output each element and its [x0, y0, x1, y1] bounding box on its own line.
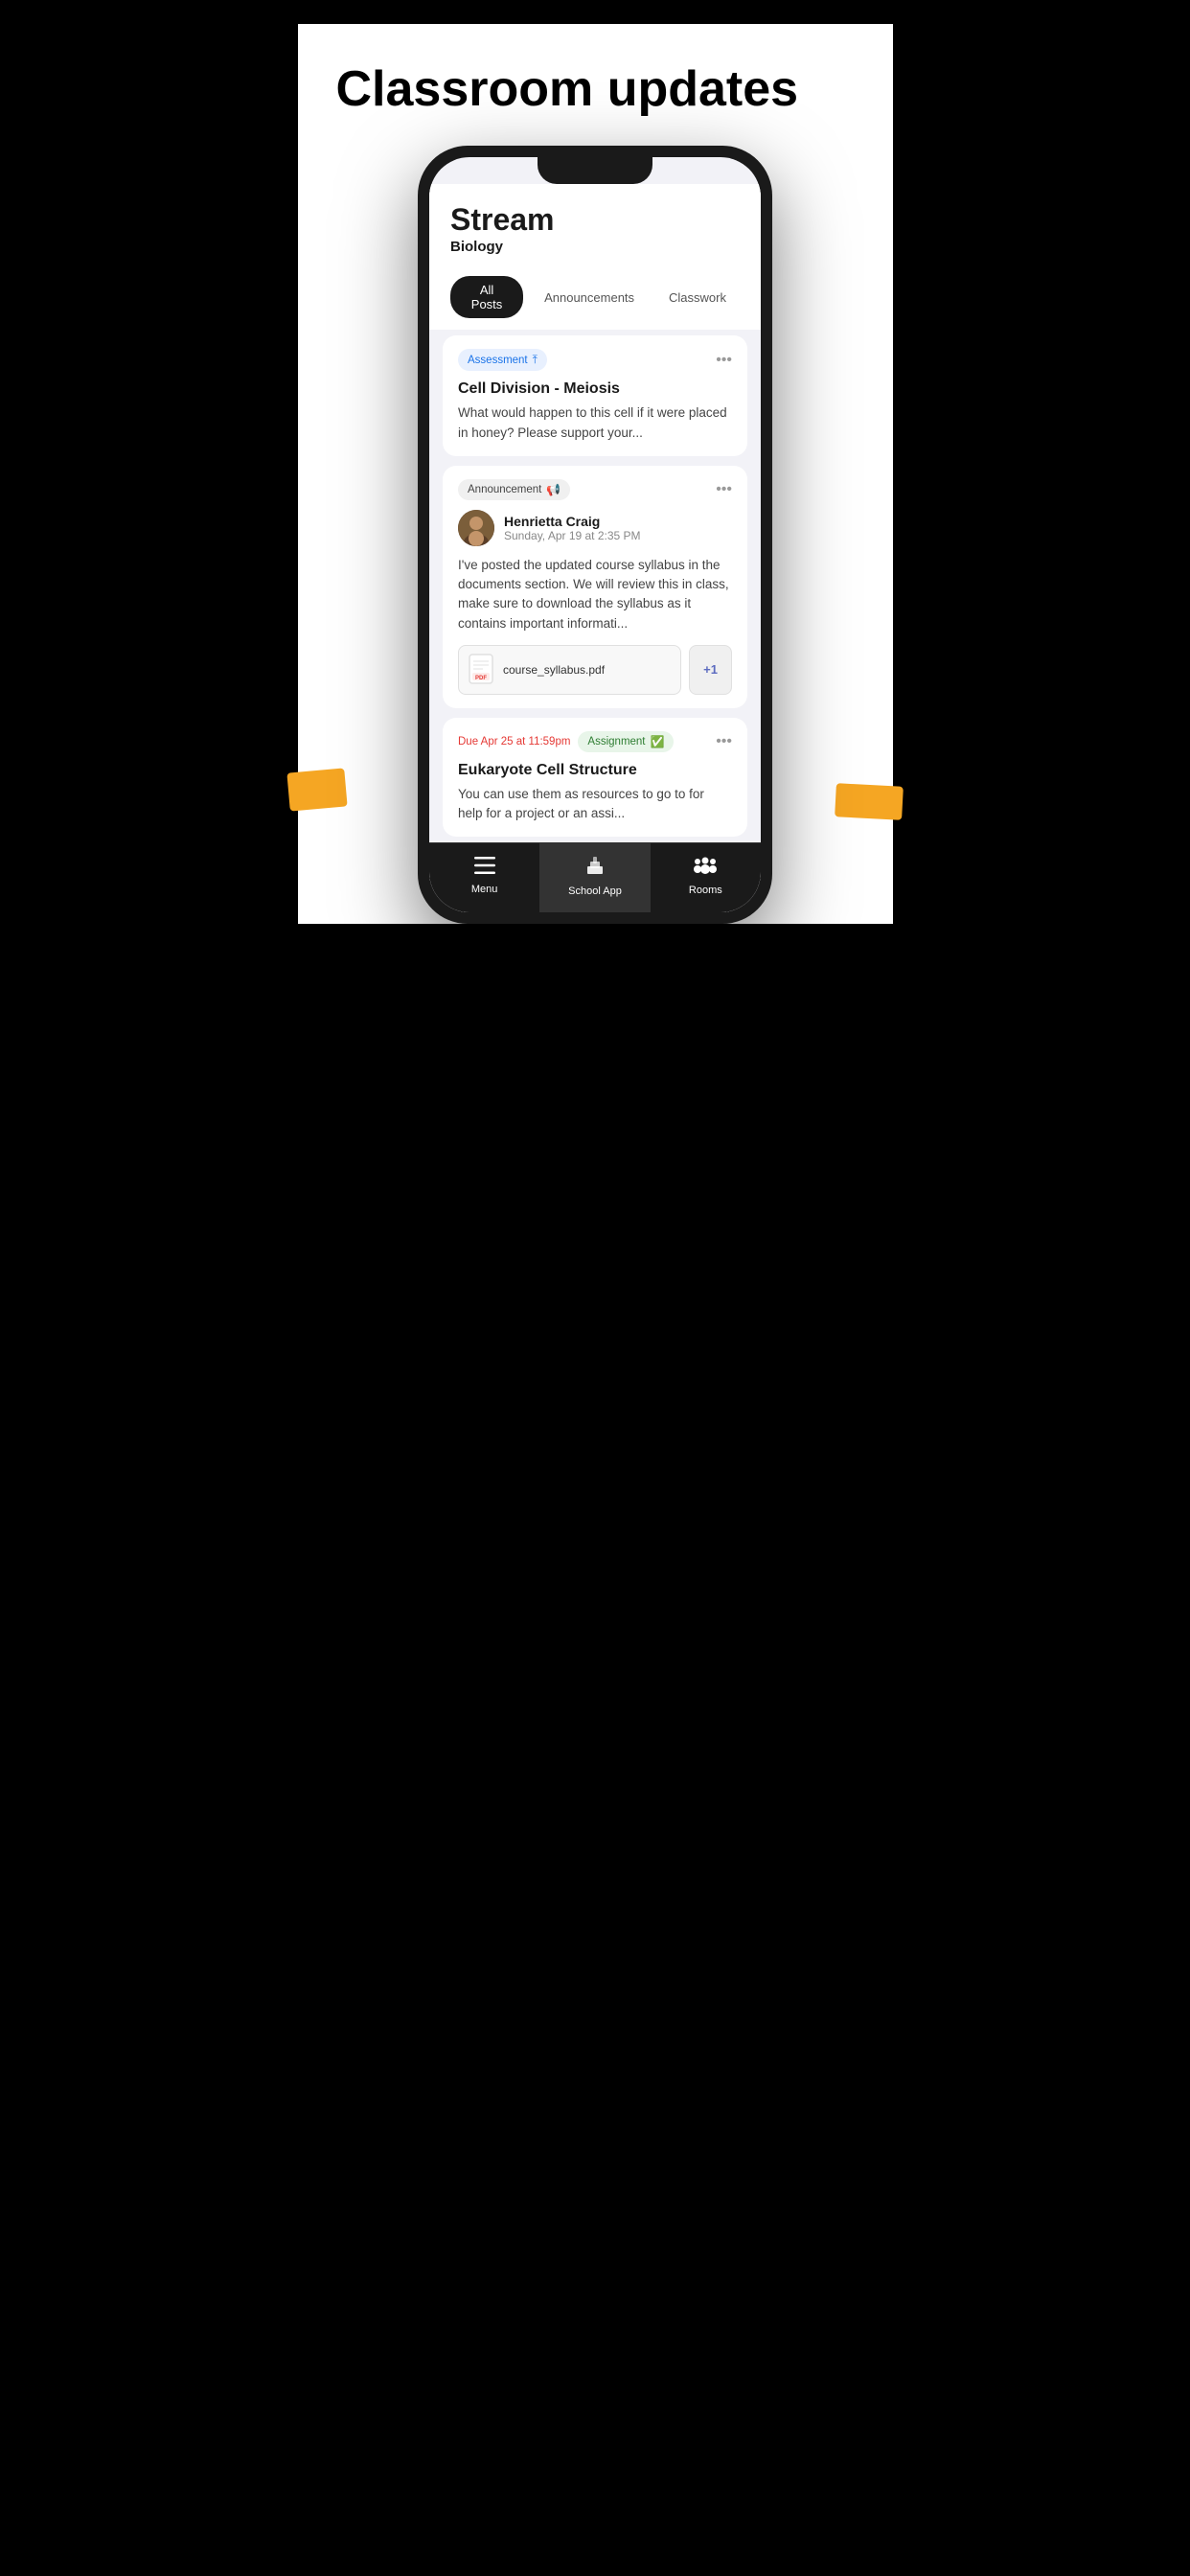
stream-header: Stream Biology [429, 184, 761, 264]
card-assessment-top: Assessment ⤒ ••• [458, 349, 732, 371]
badge-assignment: Assignment ✅ [578, 731, 674, 752]
screen-content: Stream Biology All Posts Announcements C… [429, 184, 761, 912]
top-bar [298, 0, 893, 24]
rooms-icon [694, 856, 717, 881]
assignment-title: Eukaryote Cell Structure [458, 762, 732, 779]
nav-school-label: School App [568, 886, 622, 897]
orange-decoration-right [835, 784, 904, 821]
menu-icon [474, 857, 495, 880]
attachment-file[interactable]: PDF course_syllabus.pdf [458, 645, 681, 695]
svg-text:PDF: PDF [475, 676, 487, 681]
card-announcement[interactable]: Announcement 📢 ••• [443, 466, 747, 708]
badge-assessment: Assessment ⤒ [458, 349, 547, 371]
nav-rooms[interactable]: Rooms [651, 843, 761, 912]
stream-subtitle: Biology [450, 239, 740, 255]
bottom-section [298, 924, 893, 1288]
tab-all-posts[interactable]: All Posts [450, 276, 523, 318]
more-options-announcement[interactable]: ••• [716, 481, 732, 498]
announcement-body: I've posted the updated course syllabus … [458, 556, 732, 633]
assessment-title: Cell Division - Meiosis [458, 380, 732, 398]
assessment-body: What would happen to this cell if it wer… [458, 403, 732, 443]
attachment-name: course_syllabus.pdf [503, 663, 605, 677]
avatar-img [458, 510, 494, 546]
author-date: Sunday, Apr 19 at 2:35 PM [504, 529, 641, 542]
more-options-assessment[interactable]: ••• [716, 352, 732, 369]
tab-classwork[interactable]: Classwork [655, 276, 740, 318]
due-date-label: Due Apr 25 at 11:59pm [458, 736, 570, 748]
card-announcement-top: Announcement 📢 ••• [458, 479, 732, 500]
announcement-icon: 📢 [546, 483, 561, 496]
pdf-icon: PDF [469, 654, 495, 686]
card-assignment-top: Due Apr 25 at 11:59pm Assignment ✅ ••• [458, 731, 732, 752]
tab-announcements[interactable]: Announcements [531, 276, 648, 318]
assessment-icon: ⤒ [533, 353, 538, 367]
phone-container: Stream Biology All Posts Announcements C… [298, 136, 893, 924]
card-assignment[interactable]: Due Apr 25 at 11:59pm Assignment ✅ ••• E… [443, 718, 747, 838]
filter-tabs: All Posts Announcements Classwork [429, 264, 761, 330]
author-row: Henrietta Craig Sunday, Apr 19 at 2:35 P… [458, 510, 732, 546]
nav-school-app[interactable]: School App [539, 843, 650, 912]
phone-mockup: Stream Biology All Posts Announcements C… [418, 146, 772, 924]
school-icon [584, 855, 606, 882]
more-options-assignment[interactable]: ••• [716, 733, 732, 750]
attachment-row: PDF course_syllabus.pdf +1 [458, 645, 732, 695]
header-section: Classroom updates [298, 24, 893, 136]
pdf-icon-svg: PDF [469, 654, 493, 684]
nav-menu[interactable]: Menu [429, 843, 539, 912]
menu-icon-svg [474, 857, 495, 874]
avatar [458, 510, 494, 546]
author-name: Henrietta Craig [504, 514, 641, 529]
cards-area: Assessment ⤒ ••• Cell Division - Meiosis… [429, 330, 761, 842]
nav-menu-label: Menu [471, 884, 498, 895]
phone-notch [538, 157, 652, 184]
orange-decoration-left [286, 769, 347, 812]
phone-screen: Stream Biology All Posts Announcements C… [429, 157, 761, 912]
assignment-icon: ✅ [651, 735, 665, 748]
stream-title: Stream [450, 203, 740, 237]
page-title: Classroom updates [336, 62, 855, 117]
rooms-icon-svg [694, 856, 717, 875]
bottom-nav: Menu School App [429, 842, 761, 912]
nav-rooms-label: Rooms [689, 885, 722, 896]
assignment-body: You can use them as resources to go to f… [458, 785, 732, 824]
card-assessment[interactable]: Assessment ⤒ ••• Cell Division - Meiosis… [443, 335, 747, 456]
attachment-plus[interactable]: +1 [689, 645, 732, 695]
avatar-svg [458, 510, 494, 546]
badge-announcement: Announcement 📢 [458, 479, 570, 500]
author-info: Henrietta Craig Sunday, Apr 19 at 2:35 P… [504, 514, 641, 542]
school-icon-svg [584, 855, 606, 876]
